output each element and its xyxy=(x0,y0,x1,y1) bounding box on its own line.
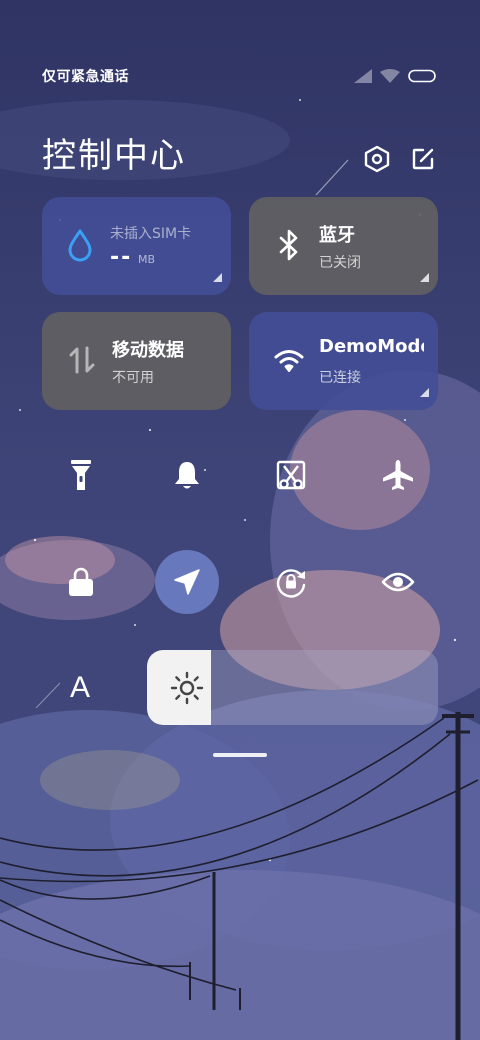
data-usage-tile[interactable]: 未插入SIM卡 -- MB xyxy=(42,197,231,295)
mobile-data-tile[interactable]: 移动数据 不可用 xyxy=(42,312,231,410)
reading-mode-toggle[interactable] xyxy=(366,550,430,614)
airplane-mode-toggle[interactable] xyxy=(366,443,430,507)
sun-icon xyxy=(170,671,204,705)
wifi-tile[interactable]: DemoMode 已连接 xyxy=(249,312,438,410)
screenshot-icon xyxy=(276,460,306,490)
expand-corner-icon xyxy=(213,273,222,282)
eye-icon xyxy=(381,572,415,592)
brightness-slider[interactable] xyxy=(147,650,438,725)
lock-icon xyxy=(69,567,93,596)
page-title: 控制中心 xyxy=(42,136,186,176)
data-arrows-icon xyxy=(64,342,100,378)
bluetooth-icon xyxy=(271,227,307,263)
wifi-icon xyxy=(380,69,400,83)
notification-toggle[interactable] xyxy=(155,443,219,507)
expand-corner-icon xyxy=(420,388,429,397)
font-size-button[interactable]: A xyxy=(58,666,102,710)
data-usage-value: -- xyxy=(110,245,133,270)
mobile-data-status: 不可用 xyxy=(112,370,154,386)
rotation-lock-icon xyxy=(276,569,306,598)
battery-icon xyxy=(408,69,436,83)
bell-icon xyxy=(175,462,199,489)
water-drop-icon xyxy=(62,227,98,263)
signal-icon xyxy=(354,69,372,83)
status-bar: 仅可紧急通话 xyxy=(0,60,480,92)
airplane-icon xyxy=(383,460,413,490)
flashlight-toggle[interactable] xyxy=(49,443,113,507)
bluetooth-name: 蓝牙 xyxy=(319,225,355,246)
bluetooth-status: 已关闭 xyxy=(319,255,361,271)
sim-status-label: 未插入SIM卡 xyxy=(110,226,192,242)
mobile-data-name: 移动数据 xyxy=(112,340,184,361)
edit-icon xyxy=(412,148,434,170)
expand-corner-icon xyxy=(420,273,429,282)
data-usage-unit: MB xyxy=(138,253,156,266)
wifi-tile-icon xyxy=(271,342,307,378)
screenshot-toggle[interactable] xyxy=(259,443,323,507)
location-icon xyxy=(174,569,200,595)
rotation-lock-toggle[interactable] xyxy=(259,550,323,614)
carrier-label: 仅可紧急通话 xyxy=(42,69,129,85)
status-icons xyxy=(354,66,436,86)
lock-screen-toggle[interactable] xyxy=(49,550,113,614)
location-toggle[interactable] xyxy=(155,550,219,614)
settings-hex-icon xyxy=(364,145,390,173)
edit-button[interactable] xyxy=(407,143,439,175)
drag-handle[interactable] xyxy=(213,753,267,757)
wifi-network-name: DemoMode xyxy=(319,336,424,357)
flashlight-icon xyxy=(71,460,91,490)
wifi-status: 已连接 xyxy=(319,370,361,386)
bluetooth-tile[interactable]: 蓝牙 已关闭 xyxy=(249,197,438,295)
settings-button[interactable] xyxy=(361,143,393,175)
